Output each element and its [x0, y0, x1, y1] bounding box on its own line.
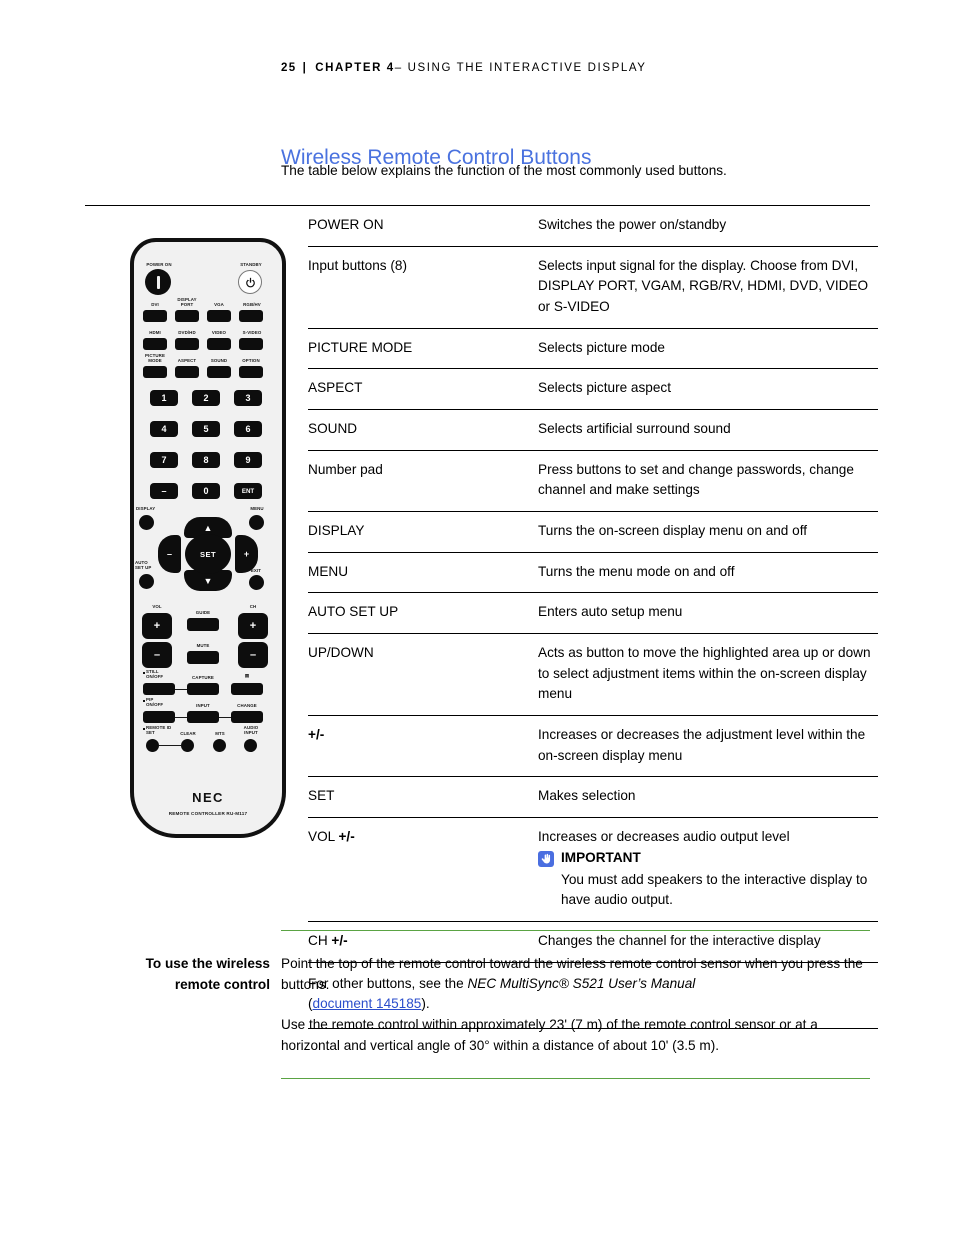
table-cell-description: Makes selection: [538, 776, 878, 818]
table-row: DISPLAY Turns the on-screen display menu…: [308, 511, 878, 553]
table-cell-button: PICTURE MODE: [308, 328, 538, 370]
table-cell-description: Increases or decreases audio output leve…: [538, 817, 878, 923]
table-cell-button: Number pad: [308, 450, 538, 512]
chapter-label: CHAPTER 4: [315, 62, 395, 74]
table-cell-button: AUTO SET UP: [308, 592, 538, 634]
table-cell-button: VOL +/-: [308, 817, 538, 923]
table-row: MENU Turns the menu mode on and off: [308, 552, 878, 594]
table-row: POWER ON Switches the power on/standby: [308, 206, 878, 247]
callout-title: IMPORTANT: [561, 850, 641, 866]
table-cell-description: Selects input signal for the display. Ch…: [538, 246, 878, 329]
table-cell-button: SET: [308, 776, 538, 818]
procedure-label-line-2: remote control: [174, 977, 270, 993]
pointing-hand-icon: [538, 851, 554, 868]
button-reference-table-block: POWER ON Switches the power on/standby I…: [85, 205, 878, 1030]
procedure-block: To use the wireless remote control Point…: [85, 930, 870, 1080]
section-intro-text: The table below explains the function of…: [281, 163, 727, 178]
procedure-label-line-1: To use the wireless: [145, 956, 270, 971]
table-cell-description: Selects picture mode: [538, 328, 878, 370]
table-row: PICTURE MODE Selects picture mode: [308, 328, 878, 370]
important-callout: IMPORTANT You must add speakers to the i…: [538, 849, 878, 911]
table-cell-description: Press buttons to set and change password…: [538, 450, 878, 512]
table-cell-button: Input buttons (8): [308, 246, 538, 329]
callout-header: IMPORTANT: [538, 849, 878, 868]
table-cell-button: ASPECT: [308, 368, 538, 410]
procedure-inner: To use the wireless remote control Point…: [85, 931, 870, 1056]
procedure-paragraph-1: Point the top of the remote control towa…: [281, 956, 863, 993]
table-cell-description: Selects artificial surround sound: [538, 409, 878, 451]
vol-suffix: +/-: [338, 828, 355, 844]
table-row: Number pad Press buttons to set and chan…: [308, 450, 878, 512]
button-reference-table: POWER ON Switches the power on/standby I…: [308, 206, 878, 1030]
table-cell-description: Increases or decreases the adjustment le…: [538, 715, 878, 778]
table-cell-description: Switches the power on/standby: [538, 206, 878, 247]
table-cell-button: MENU: [308, 552, 538, 594]
table-cell-button: DISPLAY: [308, 511, 538, 553]
table-row: SET Makes selection: [308, 776, 878, 818]
vol-prefix: VOL: [308, 828, 339, 844]
table-cell-description: Turns the menu mode on and off: [538, 552, 878, 594]
table-cell-description: Turns the on-screen display menu on and …: [538, 511, 878, 553]
chapter-title: – USING THE INTERACTIVE DISPLAY: [394, 62, 647, 74]
table-row: SOUND Selects artificial surround sound: [308, 409, 878, 451]
procedure-bottom-rule: [281, 1078, 870, 1080]
table-row: +/- Increases or decreases the adjustmen…: [308, 715, 878, 778]
table-row: Input buttons (8) Selects input signal f…: [308, 246, 878, 329]
table-cell-description: Enters auto setup menu: [538, 592, 878, 634]
table-cell-button: UP/DOWN: [308, 633, 538, 716]
header-separator: |: [302, 62, 308, 74]
table-cell-button: SOUND: [308, 409, 538, 451]
table-row-vol: VOL +/- Increases or decreases audio out…: [308, 817, 878, 923]
table-row: ASPECT Selects picture aspect: [308, 368, 878, 410]
procedure-paragraph-2: Use the remote control within approximat…: [281, 1017, 818, 1054]
callout-body: You must add speakers to the interactive…: [561, 871, 868, 908]
table-row: UP/DOWN Acts as button to move the highl…: [308, 633, 878, 716]
procedure-label: To use the wireless remote control: [85, 953, 281, 1056]
table-cell-button: +/-: [308, 715, 538, 778]
table-cell-description: Selects picture aspect: [538, 368, 878, 410]
vol-description-text: Increases or decreases audio output leve…: [538, 828, 790, 844]
page-number: 25: [281, 62, 297, 74]
procedure-body: Point the top of the remote control towa…: [281, 953, 870, 1056]
table-row: AUTO SET UP Enters auto setup menu: [308, 592, 878, 634]
page-running-header: 25 | CHAPTER 4– USING THE INTERACTIVE DISP…: [281, 62, 647, 74]
table-cell-button: POWER ON: [308, 206, 538, 247]
table-cell-description: Acts as button to move the highlighted a…: [538, 633, 878, 716]
